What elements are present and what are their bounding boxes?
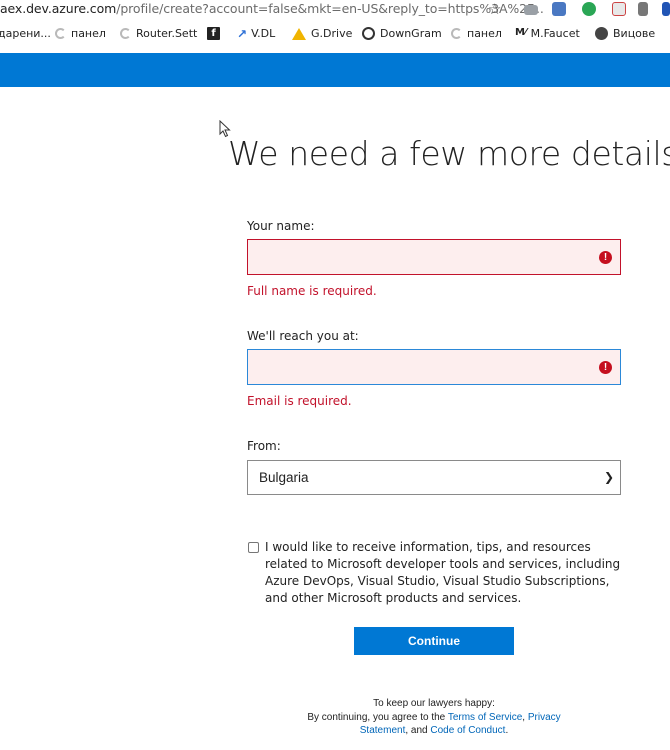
vdl-icon: ↗ [237,27,248,41]
consent-label[interactable]: I would like to receive information, tip… [265,539,625,607]
name-field[interactable]: ! [247,239,621,275]
bookmark-item[interactable]: панел [451,27,502,40]
legal-notice: To keep our lawyers happy: By continuing… [295,697,573,738]
bookmark-star-icon[interactable]: ☆ [488,0,501,18]
legal-prefix: By continuing, you agree to the [307,711,448,723]
bookmark-item[interactable]: Router.Sett [120,27,197,40]
bookmark-item[interactable]: дарени... [0,27,51,40]
bookmark-label: G.Drive [311,27,353,40]
extension-icon[interactable] [662,2,670,16]
legal-line-2: By continuing, you agree to the Terms of… [295,711,573,738]
legal-line-1: To keep our lawyers happy: [373,698,495,709]
code-of-conduct-link[interactable]: Code of Conduct [430,725,505,736]
swirl-icon [120,28,131,39]
page-title: We need a few more details [228,134,670,173]
address-bar[interactable]: aex.dev.azure.com/profile/create?account… [0,0,670,20]
site-header-bar [0,53,670,87]
email-field[interactable]: ! [247,349,621,385]
url-host: aex.dev.azure.com [0,1,117,16]
bookmark-item[interactable]: DownGram [362,27,442,40]
facebook-icon: f [207,27,220,40]
bookmark-label: V.DL [251,27,276,40]
from-label: From: [247,439,281,453]
google-drive-icon [292,27,306,40]
country-selected-value: Bulgaria [259,470,309,485]
bookmark-label: Router.Sett [136,27,198,40]
translate-extension-icon[interactable] [552,2,566,16]
error-icon: ! [599,361,612,374]
bookmark-item[interactable]: ↗ V.DL [237,27,276,41]
bookmark-item[interactable]: панел [55,27,106,40]
swirl-icon [55,28,66,39]
bookmark-item[interactable]: f [207,27,225,40]
globe-icon [595,27,608,40]
bookmark-item[interactable]: Вицове [595,27,655,40]
bookmark-label: дарени... [0,27,51,40]
name-label: Your name: [247,219,315,233]
continue-button[interactable]: Continue [354,627,514,655]
legal-and: , and [405,725,431,736]
grammar-extension-icon[interactable] [582,2,596,16]
mf-icon: M⁄ [515,27,527,38]
bookmark-label: Вицове [613,27,656,40]
bookmark-label: панел [71,27,106,40]
url-path: /profile/create?account=false&mkt=en-US&… [116,1,544,16]
name-error-text: Full name is required. [247,284,377,298]
terms-of-service-link[interactable]: Terms of Service [448,712,522,723]
audio-extension-icon[interactable] [638,2,648,16]
name-input[interactable] [248,240,620,274]
country-select[interactable]: Bulgaria ❯ [247,460,621,495]
swirl-icon [451,28,462,39]
error-icon: ! [599,251,612,264]
email-error-text: Email is required. [247,394,352,408]
legal-end: . [505,725,509,736]
bookmark-label: M.Faucet [530,27,580,40]
bookmarks-bar: дарени... панел Router.Sett f ↗ V.DL G.D… [0,24,670,46]
url-text[interactable]: aex.dev.azure.com/profile/create?account… [0,1,544,16]
email-label: We'll reach you at: [247,329,359,343]
email-input[interactable] [248,350,620,384]
instagram-icon [362,27,375,40]
extension-icon[interactable] [524,5,538,15]
bookmark-label: DownGram [380,27,442,40]
bookmark-item[interactable]: M⁄ M.Faucet [515,27,580,40]
consent-checkbox[interactable] [248,542,259,553]
adblock-extension-icon[interactable] [612,2,626,16]
bookmark-item[interactable]: G.Drive [292,27,352,40]
chevron-down-icon: ❯ [603,470,614,484]
bookmark-label: панел [467,27,502,40]
